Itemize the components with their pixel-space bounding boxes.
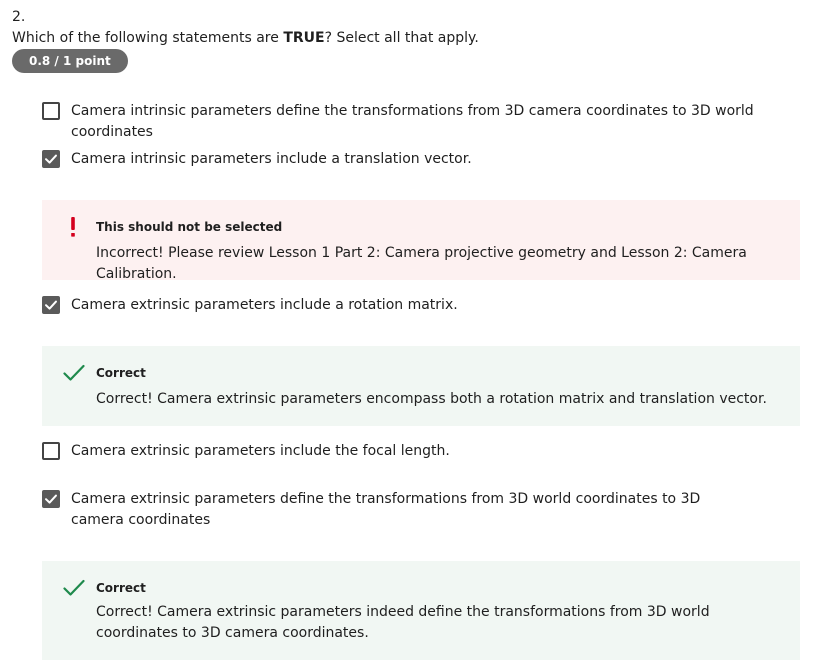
option-2[interactable]: Camera intrinsic parameters include a tr… [42,149,802,170]
checkbox-checked[interactable] [42,296,60,314]
checkmark-icon [45,494,57,504]
feedback-correct: Correct Correct! Camera extrinsic parame… [42,561,800,660]
prompt-text-bold: TRUE [283,30,325,46]
option-3[interactable]: Camera extrinsic parameters include a ro… [42,295,802,316]
option-4[interactable]: Camera extrinsic parameters include the … [42,441,802,462]
option-label: Camera intrinsic parameters define the t… [71,103,754,140]
feedback-title: This should not be selected [96,220,283,234]
feedback-text: Correct! Camera extrinsic parameters ind… [96,604,710,641]
checkbox-checked[interactable] [42,150,60,168]
option-label: Camera intrinsic parameters include a tr… [71,151,472,167]
option-label: Camera extrinsic parameters include a ro… [71,297,458,313]
feedback-correct: Correct Correct! Camera extrinsic parame… [42,346,800,426]
feedback-title: Correct [96,581,146,595]
option-label: Camera extrinsic parameters define the t… [71,491,701,528]
checkbox-unchecked[interactable] [42,102,60,120]
question-number: 2. [12,9,26,25]
question-prompt: Which of the following statements are TR… [12,30,479,46]
checkmark-icon [63,579,85,596]
option-5[interactable]: Camera extrinsic parameters define the t… [42,489,802,531]
exclamation-icon [71,217,75,237]
score-badge: 0.8 / 1 point [12,49,128,73]
checkbox-unchecked[interactable] [42,442,60,460]
feedback-text: Incorrect! Please review Lesson 1 Part 2… [96,245,747,282]
prompt-text-after: ? Select all that apply. [324,30,479,46]
checkmark-icon [63,364,85,381]
checkmark-icon [45,154,57,164]
checkbox-checked[interactable] [42,490,60,508]
feedback-title: Correct [96,366,146,380]
feedback-text: Correct! Camera extrinsic parameters enc… [96,391,767,407]
prompt-text-before: Which of the following statements are [12,30,284,46]
checkmark-icon [45,300,57,310]
option-1[interactable]: Camera intrinsic parameters define the t… [42,101,802,143]
option-label: Camera extrinsic parameters include the … [71,443,450,459]
feedback-incorrect: This should not be selected Incorrect! P… [42,200,800,282]
